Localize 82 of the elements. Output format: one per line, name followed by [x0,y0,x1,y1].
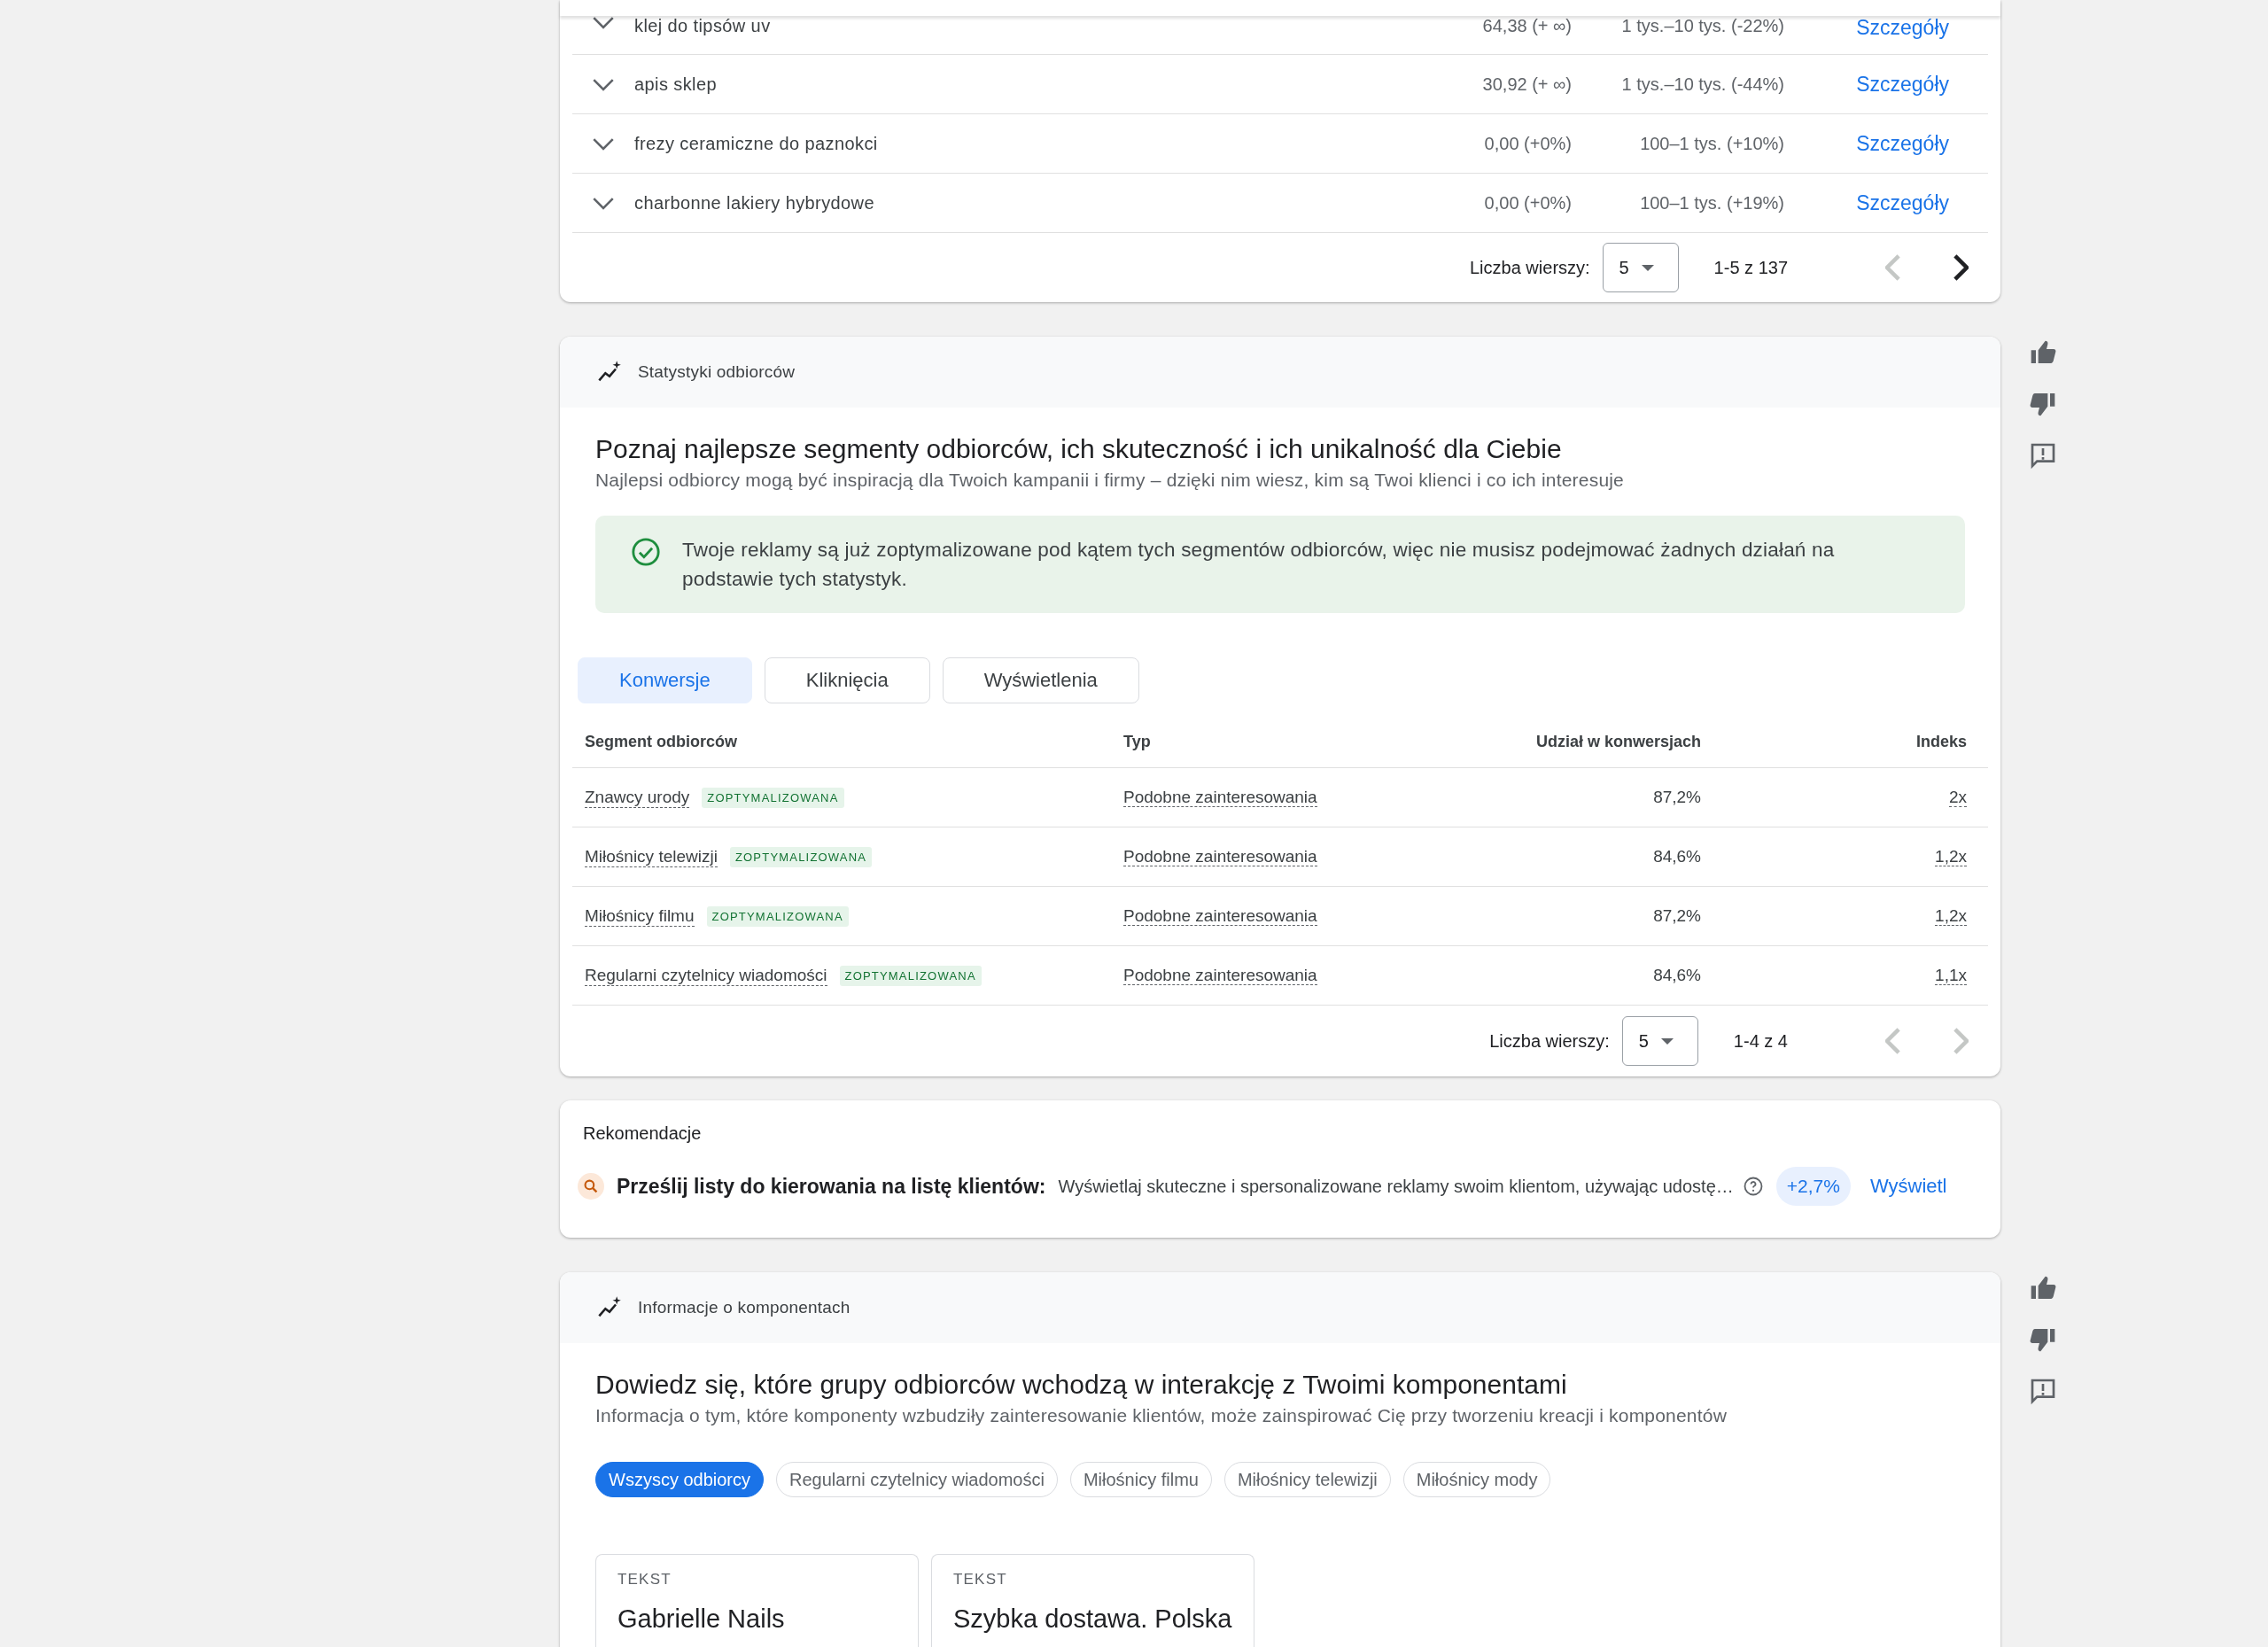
metric-tab[interactable]: Konwersje [578,657,752,703]
recommendations-heading: Rekomendacje [582,1123,703,1144]
audience-chip[interactable]: Miłośnicy filmu [1069,1462,1212,1497]
table-cell-text: 100–1 tys. (+19%) [1639,192,1784,214]
page-range: 1-5 z 137 [1713,257,1788,278]
audience-chip[interactable]: Wszyscy odbiorcy [595,1462,765,1497]
chevron-down-icon[interactable] [592,16,615,29]
column-header: Segment odbiorców [585,732,738,751]
keyword-text: apis sklep [634,74,718,95]
asset-text: Gabrielle Nails [617,1604,785,1634]
optimized-badge: ZOPTYMALIZOWANA [706,905,849,927]
optimized-badge: ZOPTYMALIZOWANA [839,965,982,986]
metric-tab[interactable]: Kliknięcia [764,657,930,703]
column-header: Indeks [1915,732,1967,751]
optimized-badge: ZOPTYMALIZOWANA [702,787,844,808]
feedback-icon[interactable] [2029,1377,2057,1405]
conversion-share: 84,6% [1653,847,1701,866]
next-page-icon[interactable] [1952,254,1969,281]
segment-type[interactable]: Podobne zainteresowania [1123,906,1317,926]
table-cell-text: 0,00 (+0%) [1483,133,1572,154]
table-cell-text: 30,92 (+ ∞) [1481,74,1572,95]
rows-per-page-label: Liczba wierszy: [1489,1030,1610,1052]
segment-name[interactable]: Miłośnicy filmu [585,905,695,927]
segment-name[interactable]: Regularni czytelnicy wiadomości [585,965,827,986]
table-cell-text: 0,00 (+0%) [1483,192,1572,214]
asset-type-label: TEKST [953,1571,1007,1589]
keyword-text: klej do tipsów uv [634,16,772,36]
asset-text: Szybka dostawa. Polska [953,1604,1232,1634]
metric-tab[interactable]: Wyświetlenia [942,657,1139,703]
dropdown-caret-icon [1641,264,1654,271]
recommendation-title: Prześlij listy do kierowania na listę klientów: [617,1174,1046,1199]
card-header-title: Statystyki odbiorców [638,362,796,382]
audience-chip[interactable]: Miłośnicy telewizji [1223,1462,1391,1497]
rows-per-page-select[interactable]: 5 [1602,243,1679,292]
keyword-text: frezy ceramiczne do paznokci [634,133,879,154]
chevron-down-icon[interactable] [592,196,615,210]
audience-chip[interactable]: Miłośnicy mody [1402,1462,1551,1497]
help-icon[interactable] [1742,1176,1764,1197]
view-link[interactable]: Wyświetl [1869,1175,1947,1198]
segment-name[interactable]: Miłośnicy telewizji [585,846,718,867]
recommendation-description: Wyświetlaj skuteczne i spersonalizowane reklamy swoim klientom, używając udostę… [1058,1176,1734,1197]
optimized-badge: ZOPTYMALIZOWANA [729,846,873,867]
table-cell-text: 100–1 tys. (+10%) [1639,133,1784,154]
card-header-title: Informacje o komponentach [638,1298,850,1317]
search-icon [578,1173,604,1200]
index-value[interactable]: 2x [1948,788,1967,807]
chevron-down-icon[interactable] [592,136,615,151]
table-cell-text: 1 tys.–10 tys. (-44%) [1620,74,1784,95]
chevron-down-icon[interactable] [592,77,615,91]
dropdown-caret-icon [1660,1037,1674,1045]
uplift-pill: +2,7% [1775,1167,1851,1206]
banner-text: Twoje reklamy są już zoptymalizowane pod kątem tych segmentów odbiorców, więc nie musisz podejmować żadnych działań na podstawie tych statystyk. [682,538,1836,592]
segment-type[interactable]: Podobne zainteresowania [1123,788,1317,807]
index-value[interactable]: 1,1x [1935,966,1967,985]
details-link[interactable]: Szczegóły [1784,72,1988,97]
page-range: 1-4 z 4 [1733,1030,1788,1052]
index-value[interactable]: 1,2x [1935,906,1967,926]
feedback-icon[interactable] [2029,441,2057,470]
table-cell-text: 64,38 (+ ∞) [1481,16,1572,36]
table-cell-text: 1 tys.–10 tys. (-22%) [1620,16,1784,36]
column-header: Udział w konwersjach [1534,732,1701,751]
details-link[interactable]: Szczegóły [1784,16,1988,40]
segment-name[interactable]: Znawcy urody [585,787,690,808]
conversion-share: 84,6% [1653,966,1701,984]
conversion-share: 87,2% [1653,906,1701,925]
column-header: Typ [1123,732,1152,751]
rows-per-page-label: Liczba wierszy: [1470,257,1590,278]
rows-per-page-select[interactable]: 5 [1621,1016,1698,1066]
segment-type[interactable]: Podobne zainteresowania [1123,847,1317,866]
details-link[interactable]: Szczegóły [1784,131,1988,156]
details-link[interactable]: Szczegóły [1784,190,1988,215]
section-title: Poznaj najlepsze segmenty odbiorców, ich skuteczność i ich unikalność dla Ciebie [595,434,1563,464]
segment-type[interactable]: Podobne zainteresowania [1123,966,1317,985]
check-circle-icon [631,537,661,567]
asset-type-label: TEKST [617,1571,672,1589]
keyword-text: charbonne lakiery hybrydowe [634,192,875,214]
conversion-share: 87,2% [1653,788,1701,806]
section-subtitle: Informacja o tym, które komponenty wzbudziły zainteresowanie klientów, może zainspirować Cię przy tworzeniu kreacji i komponentów [595,1405,1728,1426]
audience-chip[interactable]: Regularni czytelnicy wiadomości [776,1462,1058,1497]
section-title: Dowiedz się, które grupy odbiorców wchodzą w interakcję z Twoimi komponentami [595,1370,1568,1400]
section-subtitle: Najlepsi odbiorcy mogą być inspiracją dla Twoich kampanii i firmy – dzięki nim wiesz, kim są Twoi klienci i co ich interesuje [595,470,1625,491]
index-value[interactable]: 1,2x [1935,847,1967,866]
